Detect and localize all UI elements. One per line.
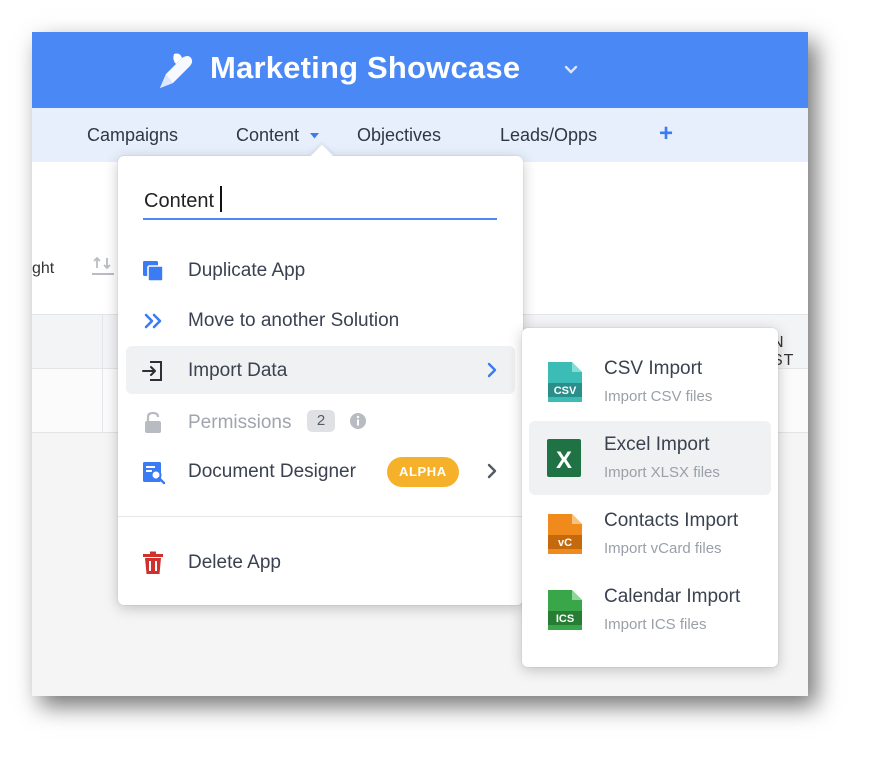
chevron-down-icon[interactable] xyxy=(564,65,578,74)
app-name-input[interactable] xyxy=(143,184,497,220)
submenu-item-contacts-import[interactable]: vC Contacts Import Import vCard files xyxy=(529,497,771,571)
excel-file-icon-label: X xyxy=(556,447,572,474)
duplicate-icon xyxy=(143,261,164,282)
ics-file-icon: ICS xyxy=(548,590,582,630)
submenu-item-title: CSV Import xyxy=(604,358,703,379)
tab-bar: Campaigns Content Objectives Leads/Opps … xyxy=(32,108,808,162)
document-designer-icon xyxy=(143,462,166,485)
import-icon xyxy=(142,361,162,381)
tab-content[interactable]: Content xyxy=(236,125,320,146)
menu-item-duplicate-app[interactable]: Duplicate App xyxy=(126,246,515,294)
double-chevron-right-icon xyxy=(144,313,162,329)
permissions-count-badge: 2 xyxy=(307,410,335,432)
csv-file-icon-label: CSV xyxy=(554,385,577,397)
menu-item-move-solution[interactable]: Move to another Solution xyxy=(126,296,515,344)
submenu-item-subtitle: Import XLSX files xyxy=(604,464,720,481)
menu-divider xyxy=(118,516,523,517)
menu-item-document-designer[interactable]: Document Designer ALPHA xyxy=(126,447,515,495)
submenu-item-subtitle: Import CSV files xyxy=(604,388,713,405)
tab-leads-opps[interactable]: Leads/Opps xyxy=(500,125,597,146)
info-icon[interactable] xyxy=(349,412,367,430)
grid-column-divider xyxy=(102,314,103,432)
app-context-menu: Duplicate App Move to another Solution I… xyxy=(118,144,523,605)
menu-item-label: Import Data xyxy=(188,360,288,381)
tab-campaigns[interactable]: Campaigns xyxy=(87,125,178,146)
csv-file-icon: CSV xyxy=(548,362,582,402)
chevron-right-icon xyxy=(487,463,497,479)
trash-icon xyxy=(143,551,163,574)
chevron-down-icon[interactable] xyxy=(310,133,320,139)
menu-item-label: Move to another Solution xyxy=(188,310,400,331)
menu-item-label: Delete App xyxy=(188,552,281,573)
alpha-badge: ALPHA xyxy=(387,457,459,487)
import-data-submenu: CSV CSV Import Import CSV files X Excel … xyxy=(522,328,778,667)
chevron-right-icon xyxy=(487,362,497,378)
ics-file-icon-label: ICS xyxy=(556,613,574,625)
excel-file-icon: X xyxy=(547,439,581,477)
vcard-file-icon-label: vC xyxy=(558,537,572,549)
menu-item-label: Permissions xyxy=(188,412,292,433)
submenu-item-title: Calendar Import xyxy=(604,586,741,607)
menu-item-delete-app[interactable]: Delete App xyxy=(126,538,515,586)
submenu-item-calendar-import[interactable]: ICS Calendar Import Import ICS files xyxy=(529,573,771,647)
menu-item-label: Document Designer xyxy=(188,461,356,482)
menu-item-permissions: Permissions 2 xyxy=(126,398,515,446)
toolbar-label-fragment: ght xyxy=(32,260,55,277)
submenu-item-subtitle: Import ICS files xyxy=(604,616,707,633)
app-header: Marketing Showcase xyxy=(32,32,808,108)
lock-icon xyxy=(145,411,161,433)
vcard-file-icon: vC xyxy=(548,514,582,554)
add-tab-icon[interactable]: + xyxy=(659,122,673,146)
text-cursor xyxy=(220,186,222,212)
menu-item-label: Duplicate App xyxy=(188,260,306,281)
submenu-item-csv-import[interactable]: CSV CSV Import Import CSV files xyxy=(529,345,771,419)
row-height-icon[interactable] xyxy=(89,254,117,278)
app-title[interactable]: Marketing Showcase xyxy=(210,50,520,86)
submenu-item-title: Contacts Import xyxy=(604,510,739,531)
tab-objectives[interactable]: Objectives xyxy=(357,125,441,146)
submenu-item-title: Excel Import xyxy=(604,434,710,455)
tab-content-label: Content xyxy=(236,125,300,145)
submenu-item-subtitle: Import vCard files xyxy=(604,540,722,557)
app-logo-icon xyxy=(160,53,193,88)
menu-item-import-data[interactable]: Import Data xyxy=(126,346,515,394)
submenu-item-excel-import[interactable]: X Excel Import Import XLSX files xyxy=(529,421,771,495)
